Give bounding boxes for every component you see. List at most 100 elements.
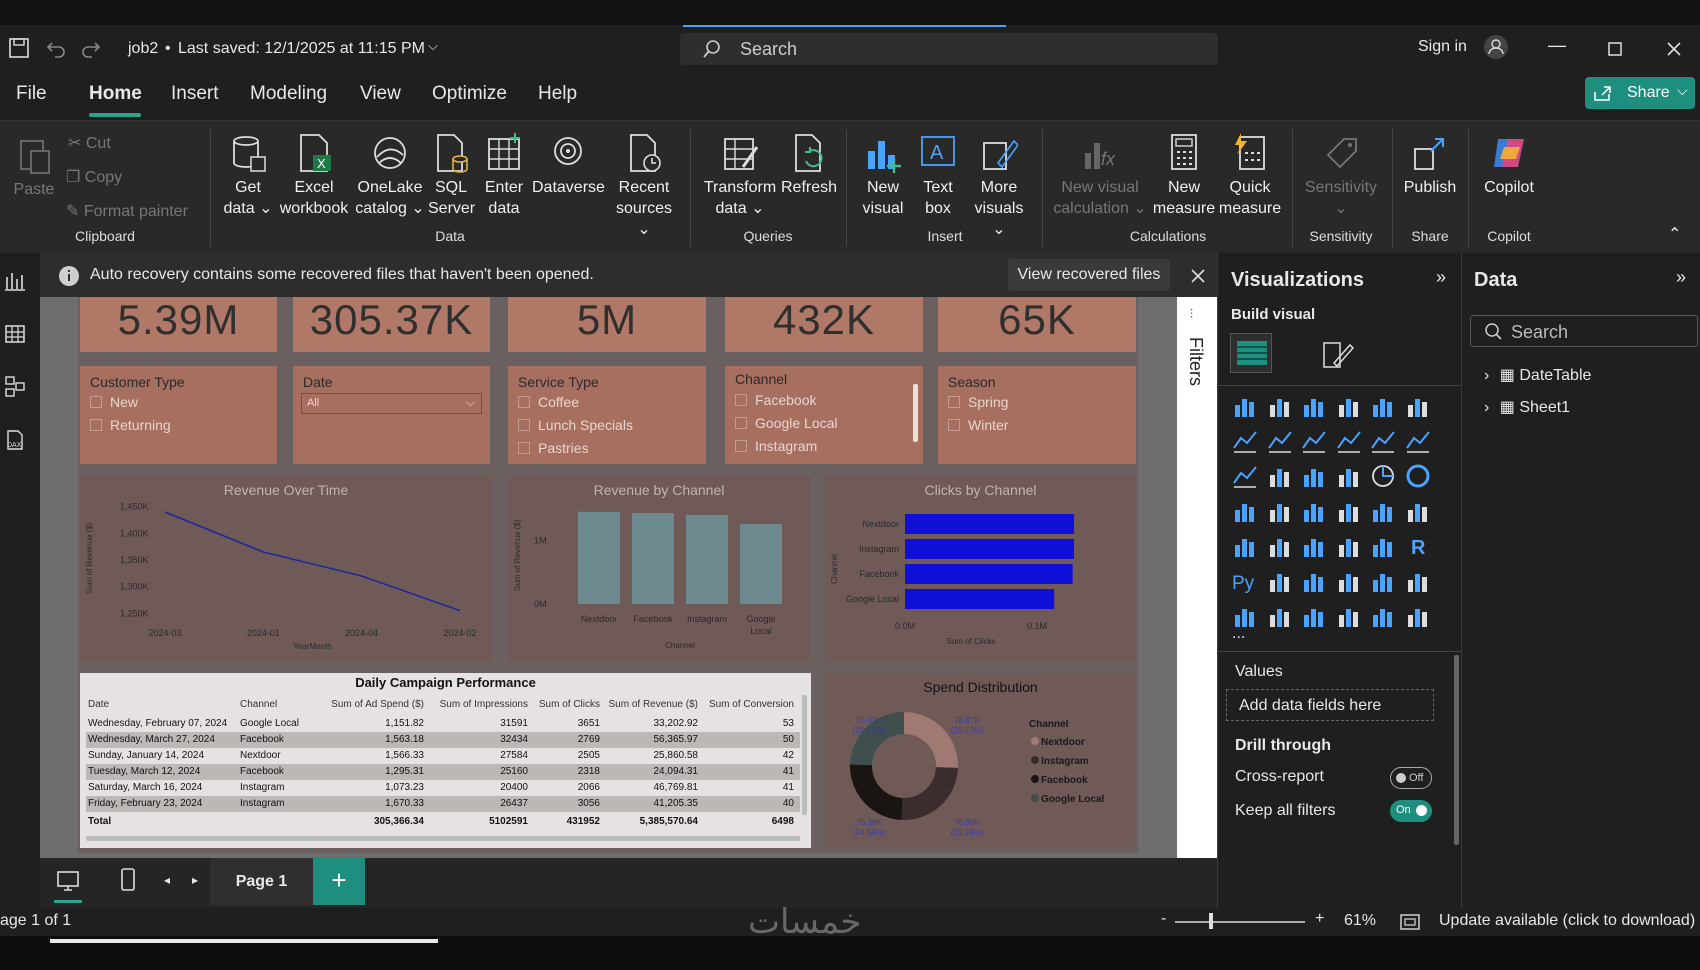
slicer-option[interactable]: Google Local	[735, 415, 838, 431]
collapse-ribbon-icon[interactable]: ⌃	[1668, 224, 1681, 244]
slicer-option[interactable]: Winter	[948, 417, 1008, 433]
scrollbar[interactable]	[86, 836, 800, 841]
card-icon[interactable]	[1405, 498, 1431, 524]
column-header[interactable]: Sum of Clicks	[532, 699, 600, 710]
previous-page-icon[interactable]: ◂	[164, 873, 170, 887]
slicer-option[interactable]: Facebook	[735, 392, 816, 408]
format-visual-icon[interactable]	[1320, 337, 1354, 371]
table-node-datetable[interactable]: › ▦ DateTable	[1484, 365, 1591, 385]
search-box[interactable]: Search	[680, 33, 1218, 65]
copilot-button[interactable]: Copilot	[1476, 133, 1542, 198]
tab-optimize[interactable]: Optimize	[432, 83, 507, 105]
column-header[interactable]: Sum of Impressions	[428, 699, 528, 710]
data-search-input[interactable]: Search	[1470, 315, 1698, 347]
view-recovered-files-button[interactable]: View recovered files	[1008, 259, 1170, 291]
pie-icon[interactable]	[1370, 463, 1396, 489]
stacked-column-icon[interactable]	[1267, 393, 1293, 419]
table-row[interactable]: Sunday, January 14, 2024 Nextdoor 1,566.33…	[86, 748, 800, 764]
checkbox[interactable]	[735, 394, 747, 406]
share-button[interactable]: Share ⌵	[1585, 77, 1695, 109]
maximize-icon[interactable]	[1607, 41, 1623, 57]
publish-button[interactable]: Publish	[1398, 133, 1462, 198]
clustered-bar-icon[interactable]	[1301, 393, 1327, 419]
model-view-icon[interactable]	[4, 375, 26, 397]
table-row[interactable]: Saturday, March 16, 2024 Instagram 1,073.2…	[86, 780, 800, 796]
kpi-card[interactable]: 5M	[508, 297, 706, 352]
key-influencers-icon[interactable]	[1267, 568, 1293, 594]
kpi-icon[interactable]	[1267, 533, 1293, 559]
close-icon[interactable]	[1190, 268, 1206, 284]
checkbox[interactable]	[735, 417, 747, 429]
r-visual-icon[interactable]: R	[1405, 533, 1431, 559]
add-data-fields-well[interactable]: Add data fields here	[1226, 689, 1434, 721]
slicer-season[interactable]: Season Spring Winter	[938, 366, 1136, 464]
undo-icon[interactable]	[45, 37, 67, 59]
slicer-option[interactable]: Instagram	[735, 438, 817, 454]
diamond-icon[interactable]	[1370, 603, 1396, 629]
save-icon[interactable]	[8, 37, 30, 59]
slicer-date[interactable]: Date All ⌵	[293, 366, 490, 464]
decomposition-tree-icon[interactable]	[1301, 568, 1327, 594]
line-column-icon[interactable]	[1370, 428, 1396, 454]
slicer-customer-type[interactable]: Customer Type New Returning	[80, 366, 277, 464]
checkbox[interactable]	[948, 419, 960, 431]
kpi-card[interactable]: 305.37K	[293, 297, 490, 352]
zoom-slider-thumb[interactable]	[1209, 913, 1213, 929]
zoom-level[interactable]: 61%	[1344, 912, 1376, 930]
clustered-column-icon[interactable]	[1336, 393, 1362, 419]
new-measure-button[interactable]: New measure	[1152, 133, 1216, 219]
refresh-button[interactable]: Refresh	[778, 133, 840, 198]
slicer-icon[interactable]	[1301, 533, 1327, 559]
table-row[interactable]: Wednesday, February 07, 2024 Google Local…	[86, 716, 800, 732]
update-available-link[interactable]: Update available (click to download)	[1439, 912, 1695, 930]
paste-button[interactable]: Paste	[10, 135, 58, 200]
stacked-bar-icon[interactable]	[1232, 393, 1258, 419]
excel-workbook-button[interactable]: X Excel workbook	[278, 133, 350, 219]
date-dropdown[interactable]: All ⌵	[301, 393, 482, 414]
more-visuals-ellipsis[interactable]: ...	[1232, 625, 1245, 643]
tab-home[interactable]: Home	[89, 83, 142, 105]
next-page-icon[interactable]: ▸	[192, 873, 198, 887]
azure-map-icon[interactable]	[1336, 498, 1362, 524]
table-row[interactable]: Tuesday, March 12, 2024 Facebook 1,295.31 2…	[86, 764, 800, 780]
dataverse-button[interactable]: Dataverse	[532, 133, 605, 198]
cut-button[interactable]: ✂ Cut	[68, 133, 111, 154]
tab-file[interactable]: File	[16, 83, 47, 105]
add-page-button[interactable]: +	[313, 858, 365, 905]
filled-map-icon[interactable]	[1301, 498, 1327, 524]
mobile-layout-icon[interactable]	[120, 868, 136, 892]
chevron-visual-icon[interactable]	[1405, 603, 1431, 629]
avatar-icon[interactable]	[1483, 34, 1509, 60]
zoom-in-button[interactable]: +	[1315, 910, 1324, 928]
table-icon[interactable]	[1336, 533, 1362, 559]
multi-row-card-icon[interactable]	[1232, 533, 1258, 559]
report-view-icon[interactable]	[4, 269, 26, 291]
stacked-area-icon[interactable]	[1301, 428, 1327, 454]
tab-help[interactable]: Help	[538, 83, 577, 105]
collapse-pane-icon[interactable]: »	[1676, 267, 1686, 288]
map-icon[interactable]	[1267, 498, 1293, 524]
table-row[interactable]: Friday, February 23, 2024 Instagram 1,670.…	[86, 796, 800, 812]
column-header[interactable]: Sum of Revenue ($)	[604, 699, 699, 710]
checkbox[interactable]	[735, 440, 747, 452]
revenue-by-channel-chart[interactable]: Revenue by Channel 0M 1M Sum of Revenue ($…	[508, 476, 810, 662]
goals-icon[interactable]	[1405, 568, 1431, 594]
table-total-row[interactable]: Total 305,366.34 5102591 431952 5,385,570.64…	[86, 814, 800, 830]
keep-all-filters-toggle[interactable]: On	[1390, 800, 1432, 822]
power-apps-icon[interactable]	[1267, 603, 1293, 629]
cross-report-toggle[interactable]: Off	[1390, 767, 1432, 789]
power-automate-icon[interactable]	[1301, 603, 1327, 629]
python-visual-icon[interactable]: Py	[1232, 568, 1258, 594]
ribbon-chart-icon[interactable]	[1232, 463, 1258, 489]
filter-toggle-icon[interactable]: ⫶	[1190, 307, 1193, 322]
column-header[interactable]: Channel	[240, 699, 308, 710]
column-header[interactable]: Date	[88, 699, 236, 710]
close-icon[interactable]	[1666, 41, 1682, 57]
onelake-catalog-button[interactable]: OneLake catalog ⌄	[352, 133, 428, 219]
matrix-icon[interactable]	[1370, 533, 1396, 559]
redo-icon[interactable]	[80, 37, 102, 59]
sensitivity-button[interactable]: Sensitivity ⌄	[1302, 133, 1380, 219]
100-area-icon[interactable]	[1336, 428, 1362, 454]
tab-view[interactable]: View	[360, 83, 401, 105]
qa-icon[interactable]	[1336, 568, 1362, 594]
